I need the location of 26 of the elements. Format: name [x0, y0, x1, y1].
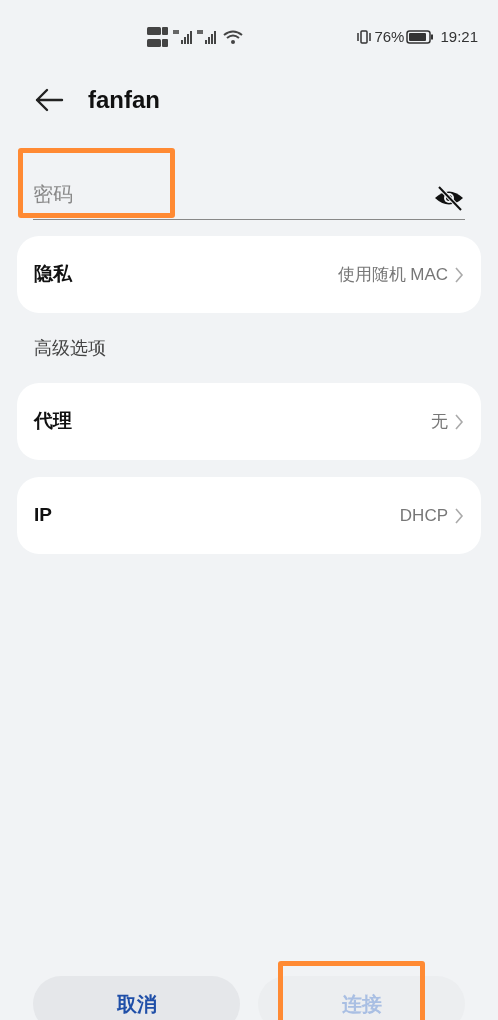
wifi-icon	[221, 29, 243, 45]
signal-icon	[197, 29, 219, 45]
hd-icon	[147, 26, 169, 48]
password-field[interactable]: 密码	[33, 169, 433, 219]
chevron-right-icon	[454, 506, 464, 525]
clock: 19:21	[440, 26, 478, 47]
settings-row[interactable]: 隐私 使用随机 MAC	[17, 236, 481, 313]
dialog-button[interactable]: 取消	[33, 976, 240, 1020]
row-value: DHCP	[399, 504, 448, 527]
row-label: IP	[34, 503, 52, 528]
chevron-right-icon	[454, 412, 464, 431]
back-icon[interactable]	[34, 88, 64, 112]
vibrate-icon	[356, 29, 373, 45]
page-title: fanfan	[88, 85, 160, 115]
settings-row[interactable]: IP DHCP	[17, 477, 481, 554]
row-label: 隐私	[34, 262, 72, 287]
row-value: 使用随机 MAC	[337, 263, 448, 286]
row-value: 无	[431, 410, 448, 433]
battery-icon	[406, 30, 435, 44]
eye-crossed-icon[interactable]	[433, 185, 465, 211]
battery-percent: 76%	[374, 26, 405, 47]
section-heading: 高级选项	[34, 337, 107, 360]
chevron-right-icon	[454, 265, 464, 284]
settings-row[interactable]: 代理 无	[17, 383, 481, 460]
signal-icon	[173, 29, 195, 45]
row-label: 代理	[34, 409, 72, 434]
